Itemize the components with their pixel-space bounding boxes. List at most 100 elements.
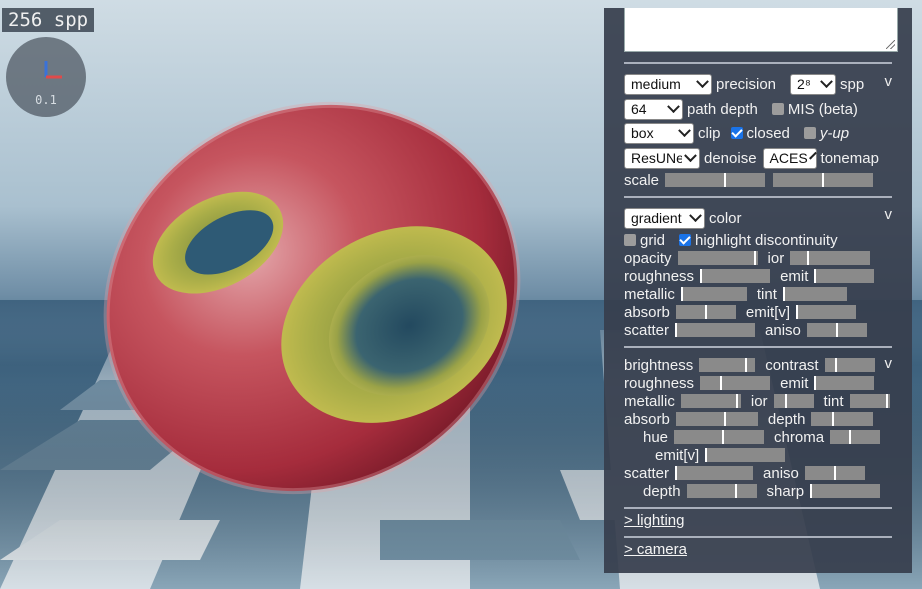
scene-text-area[interactable] bbox=[624, 8, 898, 52]
chevron-down-icon bbox=[696, 74, 709, 88]
denoise-value: ResUNet bbox=[631, 150, 683, 166]
scatter-label: scatter bbox=[624, 464, 670, 482]
chroma-slider[interactable] bbox=[830, 430, 881, 444]
depth-slider[interactable] bbox=[811, 412, 874, 426]
sharp-slider[interactable] bbox=[810, 484, 881, 498]
hue-slider[interactable] bbox=[674, 430, 765, 444]
lighting-link[interactable]: > lighting bbox=[624, 512, 684, 529]
slider-thumb[interactable] bbox=[720, 376, 723, 390]
slider-thumb[interactable] bbox=[675, 323, 678, 337]
divider bbox=[624, 62, 892, 64]
slider-thumb[interactable] bbox=[745, 358, 748, 372]
emit-slider[interactable] bbox=[814, 376, 875, 390]
metallic-slider[interactable] bbox=[680, 394, 741, 408]
slider-thumb[interactable] bbox=[724, 173, 727, 187]
scale-label: scale bbox=[624, 171, 660, 189]
color-select[interactable]: gradient bbox=[624, 207, 705, 229]
slider-thumb[interactable] bbox=[814, 269, 817, 283]
mis-label: MIS (beta) bbox=[787, 100, 858, 118]
slider-thumb[interactable] bbox=[700, 269, 703, 283]
tint-slider[interactable] bbox=[782, 287, 847, 301]
aniso-slider[interactable] bbox=[806, 323, 867, 337]
clip-select[interactable]: box bbox=[624, 122, 694, 144]
brightness-slider[interactable] bbox=[699, 358, 756, 372]
contrast-slider[interactable] bbox=[824, 358, 875, 372]
surface-slider-row: depth sharp bbox=[624, 480, 886, 502]
slider-thumb[interactable] bbox=[753, 251, 756, 265]
divider bbox=[624, 346, 892, 348]
absorb-slider[interactable] bbox=[675, 412, 758, 426]
highlight-checkbox[interactable] bbox=[679, 234, 692, 246]
scale-slider[interactable] bbox=[665, 173, 766, 187]
slider-thumb[interactable] bbox=[675, 466, 678, 480]
mis-checkbox[interactable] bbox=[771, 103, 784, 115]
roughness-slider[interactable] bbox=[700, 376, 771, 390]
absorb-label: absorb bbox=[624, 410, 670, 428]
scatter-slider[interactable] bbox=[675, 323, 756, 337]
slider-thumb[interactable] bbox=[849, 430, 852, 444]
grid-label: grid bbox=[640, 231, 666, 249]
slider-thumb[interactable] bbox=[835, 323, 838, 337]
emit-v-slider[interactable] bbox=[796, 305, 857, 319]
scatter-label: scatter bbox=[624, 321, 670, 339]
camera-link[interactable]: > camera bbox=[624, 541, 687, 558]
absorb-slider[interactable] bbox=[675, 305, 736, 319]
axis-gizmo[interactable]: 0.1 bbox=[6, 37, 86, 117]
slider-thumb[interactable] bbox=[722, 430, 725, 444]
opacity-slider[interactable] bbox=[677, 251, 758, 265]
slider-thumb[interactable] bbox=[734, 484, 737, 498]
contrast-label: contrast bbox=[765, 356, 819, 374]
tonemap-select[interactable]: ACES bbox=[762, 147, 817, 169]
slider-thumb[interactable] bbox=[814, 376, 817, 390]
ior-slider[interactable] bbox=[773, 394, 814, 408]
emit-label: emit bbox=[780, 374, 809, 392]
roughness-slider[interactable] bbox=[700, 269, 771, 283]
depth-label: depth bbox=[643, 482, 681, 500]
slider-thumb[interactable] bbox=[735, 394, 738, 408]
scale-slider-2[interactable] bbox=[773, 173, 874, 187]
slider-thumb[interactable] bbox=[784, 394, 787, 408]
denoise-select[interactable]: ResUNet bbox=[624, 147, 700, 169]
chevron-down-icon bbox=[678, 123, 691, 137]
slider-thumb[interactable] bbox=[810, 484, 813, 498]
highlight-label: highlight discontinuity bbox=[695, 231, 838, 249]
slider-thumb[interactable] bbox=[822, 173, 825, 187]
hue-label: hue bbox=[643, 428, 669, 446]
slider-thumb[interactable] bbox=[832, 412, 835, 426]
render-collapse-toggle[interactable]: v bbox=[885, 73, 893, 90]
depth-slider[interactable] bbox=[686, 484, 757, 498]
slider-thumb[interactable] bbox=[796, 305, 799, 319]
surface-collapse-toggle[interactable]: v bbox=[885, 355, 893, 372]
slider-thumb[interactable] bbox=[680, 287, 683, 301]
metallic-slider[interactable] bbox=[680, 287, 747, 301]
divider bbox=[624, 507, 892, 509]
ior-slider[interactable] bbox=[790, 251, 871, 265]
slider-thumb[interactable] bbox=[704, 305, 707, 319]
emit-label: emit bbox=[780, 267, 809, 285]
precision-select[interactable]: medium bbox=[624, 73, 712, 95]
yup-checkbox[interactable] bbox=[803, 127, 816, 139]
path-depth-row: 64 path depth MIS (beta) bbox=[624, 98, 864, 120]
spp-select[interactable]: 2⁸ bbox=[790, 73, 837, 95]
scatter-slider[interactable] bbox=[675, 466, 754, 480]
slider-thumb[interactable] bbox=[705, 448, 708, 462]
slider-thumb[interactable] bbox=[782, 287, 785, 301]
material-collapse-toggle[interactable]: v bbox=[885, 206, 893, 223]
closed-checkbox[interactable] bbox=[730, 127, 743, 139]
grid-checkbox[interactable] bbox=[624, 234, 636, 246]
slider-thumb[interactable] bbox=[833, 466, 836, 480]
slider-thumb[interactable] bbox=[723, 412, 726, 426]
aniso-slider[interactable] bbox=[804, 466, 865, 480]
emit-slider[interactable] bbox=[814, 269, 875, 283]
slider-thumb[interactable] bbox=[807, 251, 810, 265]
resize-grip-icon[interactable] bbox=[886, 40, 895, 49]
slider-thumb[interactable] bbox=[885, 394, 888, 408]
path-depth-select[interactable]: 64 bbox=[624, 98, 683, 120]
emit-v-slider[interactable] bbox=[705, 448, 786, 462]
slider-thumb[interactable] bbox=[834, 358, 837, 372]
denoise-label: denoise bbox=[704, 149, 757, 167]
divider bbox=[624, 536, 892, 538]
tonemap-value: ACES bbox=[769, 150, 808, 166]
metallic-label: metallic bbox=[624, 285, 675, 303]
tint-slider[interactable] bbox=[849, 394, 890, 408]
